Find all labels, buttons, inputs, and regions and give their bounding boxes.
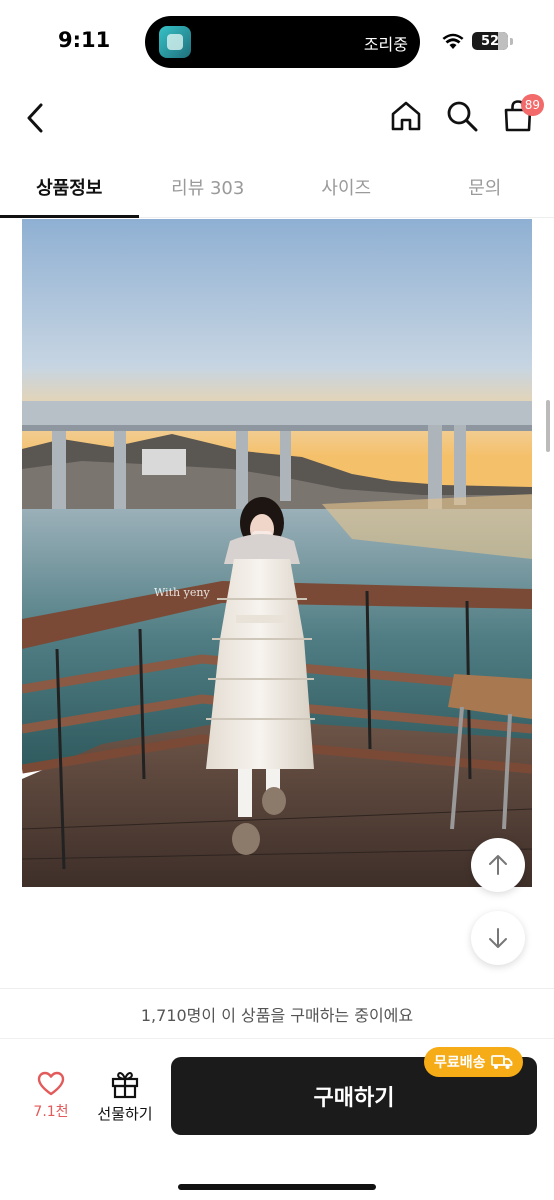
free-shipping-badge: 무료배송 (424, 1047, 523, 1077)
home-icon (391, 101, 421, 131)
buyers-count-text: 1,710명이 이 상품을 구매하는 중이에요 (0, 989, 554, 1039)
heart-icon (37, 1071, 65, 1096)
scroll-up-button[interactable] (471, 838, 525, 892)
cart-button[interactable]: 89 (500, 94, 544, 136)
battery-indicator: 52 (472, 32, 508, 50)
app-icon (159, 26, 191, 58)
tab-inquiry[interactable]: 문의 (416, 160, 554, 217)
product-image: With yeny (22, 219, 532, 887)
tab-product-info[interactable]: 상품정보 (0, 160, 139, 218)
wifi-icon (442, 33, 464, 50)
chevron-left-icon (27, 103, 43, 133)
search-button[interactable] (444, 96, 480, 136)
arrow-up-icon (489, 855, 507, 875)
top-navigation: 89 (0, 88, 554, 148)
cart-count-badge: 89 (520, 94, 544, 116)
back-button[interactable] (18, 98, 52, 138)
status-bar: 9:11 조리중 52 (0, 0, 554, 80)
gift-icon (111, 1072, 139, 1099)
island-status-text: 조리중 (363, 35, 408, 54)
truck-icon (490, 1055, 512, 1069)
status-time: 9:11 (58, 28, 111, 52)
home-indicator[interactable] (178, 1184, 376, 1190)
like-count: 7.1천 (33, 1104, 69, 1120)
search-icon (447, 101, 478, 132)
tab-size[interactable]: 사이즈 (277, 160, 416, 217)
like-button[interactable]: 7.1천 (26, 1071, 76, 1121)
gift-button[interactable]: 선물하기 (92, 1069, 158, 1124)
home-button[interactable] (388, 96, 424, 136)
dynamic-island: 조리중 (145, 16, 420, 68)
product-tabs: 상품정보 리뷰 303 사이즈 문의 (0, 160, 554, 218)
arrow-down-icon (489, 928, 507, 948)
status-indicators: 52 (442, 30, 513, 52)
tab-reviews[interactable]: 리뷰 303 (139, 160, 278, 217)
purchase-bar: 1,710명이 이 상품을 구매하는 중이에요 7.1천 선물하기 구매하기 무… (0, 988, 554, 1200)
scroll-down-button[interactable] (471, 911, 525, 965)
gift-label: 선물하기 (97, 1105, 153, 1123)
photo-watermark: With yeny (154, 586, 210, 599)
battery-level-text: 52 (480, 33, 500, 49)
scrollbar[interactable] (546, 400, 550, 452)
free-shipping-label: 무료배송 (434, 1055, 486, 1071)
